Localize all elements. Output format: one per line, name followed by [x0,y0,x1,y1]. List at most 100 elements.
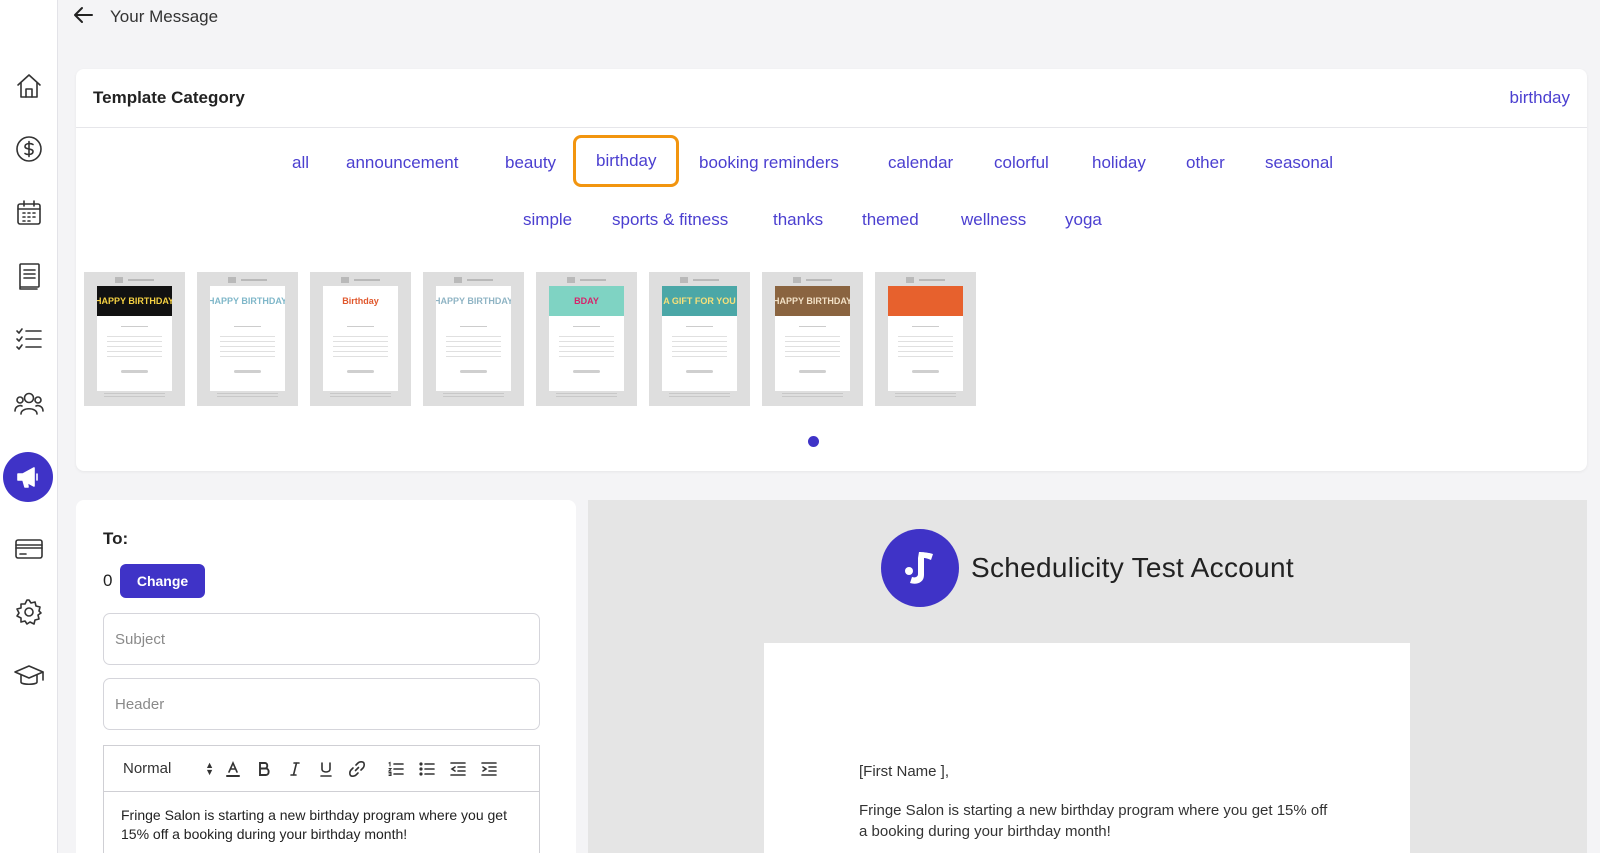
category-announcement[interactable]: announcement [346,153,458,173]
megaphone-icon[interactable] [3,452,53,502]
thumbnail-text-line [107,336,162,337]
category-birthday[interactable]: birthday [573,135,680,187]
dollar-icon[interactable] [5,125,53,173]
thumbnail-text-line [107,341,162,342]
template-thumbnail[interactable]: HAPPY BIRTHDAY [762,272,863,406]
thumbnail-text-line [559,341,614,342]
thumbnail-button [686,370,713,373]
message-body-text[interactable]: Fringe Salon is starting a new birthday … [104,792,539,853]
category-colorful[interactable]: colorful [994,153,1049,173]
people-icon[interactable] [5,379,53,427]
category-booking-reminders[interactable]: booking reminders [699,153,839,173]
thumbnail-footer-line [330,396,391,397]
thumbnail-marker-line [919,279,945,281]
thumbnail-text-line [573,326,600,327]
thumbnail-button [460,370,487,373]
template-thumbnail[interactable]: HAPPY BIRTHDAY [423,272,524,406]
thumbnail-marker [567,277,575,283]
home-icon[interactable] [5,62,53,110]
account-name: Schedulicity Test Account [971,552,1294,583]
category-sports-fitness[interactable]: sports & fitness [612,210,728,230]
category-all[interactable]: all [292,153,309,173]
thumbnail-text-line [446,346,501,347]
thumbnail-text-line [446,341,501,342]
thumbnail-page: A GIFT FOR YOU [662,286,737,391]
thumbnail-footer-line [669,396,730,397]
thumbnail-marker [793,277,801,283]
gear-icon[interactable] [5,588,53,636]
thumbnail-marker-line [806,279,832,281]
format-select[interactable]: Normal ▲ ▼ [123,760,217,777]
category-other[interactable]: other [1186,153,1225,173]
back-arrow-icon[interactable] [72,3,96,32]
thumbnail-text-line [559,351,614,352]
carousel-page-dot[interactable] [808,436,819,447]
thumbnail-page [888,286,963,391]
calendar-icon[interactable] [5,189,53,237]
card-icon[interactable] [5,525,53,573]
brand-logo-icon [881,529,959,607]
thumbnail-page: HAPPY BIRTHDAY [775,286,850,391]
bold-icon[interactable] [248,757,279,781]
category-themed[interactable]: themed [862,210,919,230]
thumbnail-text-line [220,341,275,342]
template-category-card: Template Category birthday all announcem… [76,69,1587,471]
thumbnail-text-line [220,351,275,352]
thumbnail-text-line [672,346,727,347]
bullet-list-icon[interactable] [411,757,442,781]
thumbnail-marker-line [241,279,267,281]
category-yoga[interactable]: yoga [1065,210,1102,230]
category-holiday[interactable]: holiday [1092,153,1146,173]
thumbnail-footer-line [669,393,730,394]
thumbnail-footer-line [104,393,165,394]
thumbnail-footer-line [104,396,165,397]
checklist-icon[interactable] [5,315,53,363]
indent-icon[interactable] [473,757,504,781]
category-thanks[interactable]: thanks [773,210,823,230]
category-calendar[interactable]: calendar [888,153,953,173]
header-input[interactable] [103,678,540,730]
thumbnail-page: HAPPY BIRTHDAY [97,286,172,391]
thumbnail-button [573,370,600,373]
italic-icon[interactable] [279,757,310,781]
thumbnail-text-line [672,341,727,342]
thumbnail-text-line [220,346,275,347]
thumbnail-banner: BDAY [549,286,624,316]
thumbnail-footer-line [895,396,956,397]
thumbnail-text-line [785,346,840,347]
book-icon[interactable] [5,252,53,300]
thumbnail-button [799,370,826,373]
thumbnail-footer-line [443,393,504,394]
category-beauty[interactable]: beauty [505,153,556,173]
underline-icon[interactable] [310,757,341,781]
thumbnail-footer-line [782,396,843,397]
outdent-icon[interactable] [442,757,473,781]
thumbnail-text-line [672,336,727,337]
thumbnail-text-line [220,356,275,357]
graduation-cap-icon[interactable] [5,652,53,700]
template-thumbnail[interactable]: HAPPY BIRTHDAY [84,272,185,406]
thumbnail-text-line [446,351,501,352]
template-thumbnail[interactable]: Birthday [310,272,411,406]
category-seasonal[interactable]: seasonal [1265,153,1333,173]
sidebar [0,0,58,853]
template-thumbnail[interactable] [875,272,976,406]
template-thumbnail[interactable]: HAPPY BIRTHDAY [197,272,298,406]
thumbnail-text-line [559,336,614,337]
ordered-list-icon[interactable] [380,757,411,781]
thumbnail-text-line [898,356,953,357]
thumbnail-text-line [333,351,388,352]
thumbnail-banner: Birthday [323,286,398,316]
subject-input[interactable] [103,613,540,665]
thumbnail-text-line [220,336,275,337]
thumbnail-page: HAPPY BIRTHDAY [436,286,511,391]
text-color-icon[interactable] [217,757,248,781]
template-thumbnail[interactable]: BDAY [536,272,637,406]
category-simple[interactable]: simple [523,210,572,230]
template-thumbnail[interactable]: A GIFT FOR YOU [649,272,750,406]
change-recipients-button[interactable]: Change [120,564,205,598]
thumbnail-page: HAPPY BIRTHDAY [210,286,285,391]
category-wellness[interactable]: wellness [961,210,1026,230]
thumbnail-text-line [898,346,953,347]
link-icon[interactable] [341,757,372,781]
